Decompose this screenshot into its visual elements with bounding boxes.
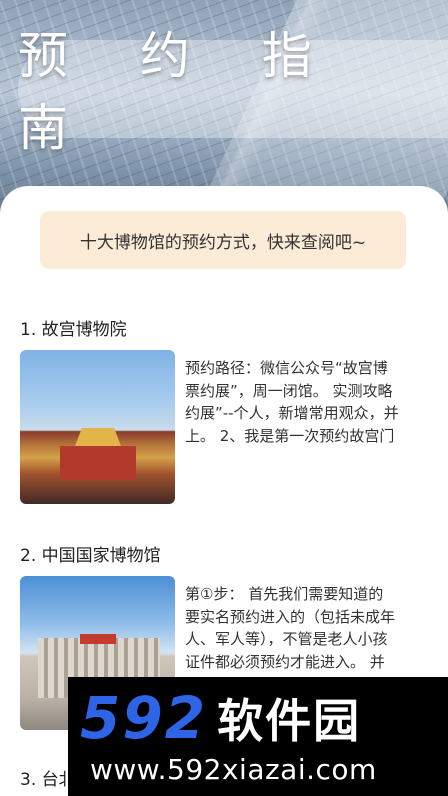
museum-sign-shape [80, 634, 116, 644]
watermark-logo: 592 软件园 [80, 684, 440, 752]
palace-hall-shape [60, 446, 136, 480]
museum-description-palace: 预约路径：微信公众号“故宫博 票约展”，周一闭馆。 实测攻略 约展”--个人，新… [185, 359, 399, 445]
page-title: 预 约 指 南 [18, 27, 340, 157]
forbidden-city-image[interactable] [20, 350, 175, 504]
watermark-url: www.592xiazai.com [90, 753, 377, 786]
museum-title-palace[interactable]: 1. 故宫博物院 [20, 315, 127, 340]
site-watermark: 592 软件园 www.592xiazai.com [68, 677, 448, 796]
museum-title-national[interactable]: 2. 中国国家博物馆 [20, 541, 161, 566]
watermark-logo-number: 592 [80, 684, 208, 752]
palace-roof-shape [75, 428, 121, 446]
museum-description-national: 第①步： 首先我们需要知道的 要实名预约进入的（包括未成年 人、军人等），不管是… [185, 585, 396, 671]
watermark-logo-text: 软件园 [217, 694, 362, 748]
intro-banner: 十大博物馆的预约方式，快来查阅吧~ [40, 211, 406, 269]
